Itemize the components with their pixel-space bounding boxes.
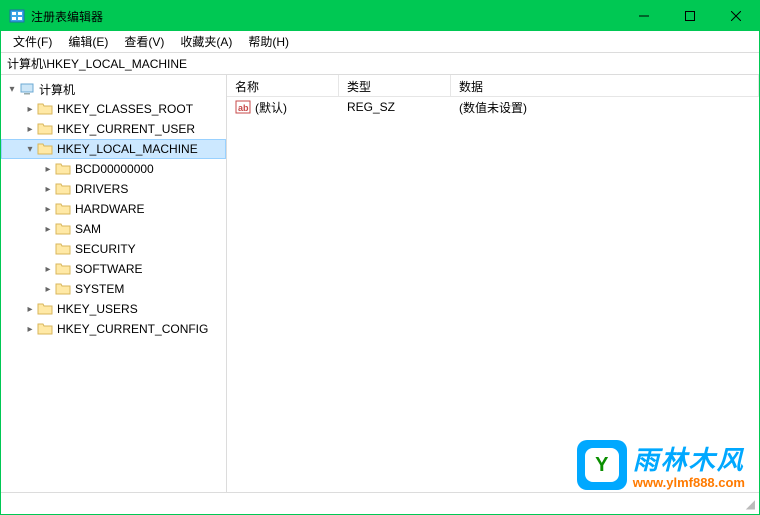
minimize-button[interactable] <box>621 1 667 31</box>
tree-label: DRIVERS <box>75 182 128 196</box>
tree-hive-local-machine[interactable]: ▾ HKEY_LOCAL_MACHINE <box>1 139 226 159</box>
maximize-icon <box>685 11 695 21</box>
address-bar <box>1 53 759 75</box>
tree-panel[interactable]: ▾ 计算机 ▸ HKEY_CLASSES_ROOT ▸ HKEY_CURRENT… <box>1 75 227 492</box>
chevron-right-icon[interactable]: ▸ <box>23 104 37 115</box>
value-data: (数值未设置) <box>459 99 527 116</box>
tree-label: HKEY_USERS <box>57 302 138 316</box>
chevron-right-icon[interactable]: ▸ <box>23 324 37 335</box>
tree-key-security[interactable]: ▸ SECURITY <box>1 239 226 259</box>
chevron-right-icon[interactable]: ▸ <box>41 204 55 215</box>
tree-label: SOFTWARE <box>75 262 143 276</box>
tree-label: SYSTEM <box>75 282 124 296</box>
col-header-type[interactable]: 类型 <box>339 75 451 96</box>
menu-file[interactable]: 文件(F) <box>5 31 60 52</box>
menu-view[interactable]: 查看(V) <box>116 31 172 52</box>
chevron-right-icon[interactable]: ▸ <box>23 304 37 315</box>
tree-label: BCD00000000 <box>75 162 154 176</box>
chevron-down-icon[interactable]: ▾ <box>5 84 19 95</box>
chevron-right-icon[interactable]: ▸ <box>41 264 55 275</box>
close-button[interactable] <box>713 1 759 31</box>
content-area: ▾ 计算机 ▸ HKEY_CLASSES_ROOT ▸ HKEY_CURRENT… <box>1 75 759 492</box>
folder-icon <box>55 221 71 237</box>
values-panel[interactable]: 名称 类型 数据 ab (默认) REG_SZ (数值未设置) <box>227 75 759 492</box>
status-bar: ◢ <box>1 492 759 514</box>
menu-bar: 文件(F) 编辑(E) 查看(V) 收藏夹(A) 帮助(H) <box>1 31 759 53</box>
chevron-right-icon[interactable]: ▸ <box>41 184 55 195</box>
values-header: 名称 类型 数据 <box>227 75 759 97</box>
tree-root-computer[interactable]: ▾ 计算机 <box>1 79 226 99</box>
tree-label: HARDWARE <box>75 202 145 216</box>
tree-hive-current-config[interactable]: ▸ HKEY_CURRENT_CONFIG <box>1 319 226 339</box>
regedit-window: 注册表编辑器 文件(F) 编辑(E) 查看(V) 收藏夹(A) 帮助(H) ▾ … <box>0 0 760 515</box>
svg-text:ab: ab <box>238 103 249 113</box>
menu-edit[interactable]: 编辑(E) <box>60 31 116 52</box>
folder-icon <box>55 241 71 257</box>
tree-label: HKEY_CURRENT_CONFIG <box>57 322 208 336</box>
string-value-icon: ab <box>235 99 251 115</box>
menu-favorites[interactable]: 收藏夹(A) <box>172 31 240 52</box>
tree-key-sam[interactable]: ▸ SAM <box>1 219 226 239</box>
folder-icon <box>55 201 71 217</box>
chevron-right-icon[interactable]: ▸ <box>23 124 37 135</box>
tree-label: HKEY_LOCAL_MACHINE <box>57 142 198 156</box>
chevron-right-icon[interactable]: ▸ <box>41 164 55 175</box>
regedit-icon <box>9 8 25 24</box>
address-input[interactable] <box>1 54 759 74</box>
tree-label: HKEY_CURRENT_USER <box>57 122 195 136</box>
tree-label: SAM <box>75 222 101 236</box>
tree-label: 计算机 <box>39 81 75 98</box>
value-name: (默认) <box>255 99 287 116</box>
tree-key-hardware[interactable]: ▸ HARDWARE <box>1 199 226 219</box>
chevron-right-icon[interactable]: ▸ <box>41 284 55 295</box>
folder-icon <box>37 301 53 317</box>
close-icon <box>731 11 741 21</box>
tree-key-system[interactable]: ▸ SYSTEM <box>1 279 226 299</box>
folder-icon <box>55 261 71 277</box>
chevron-down-icon[interactable]: ▾ <box>23 144 37 155</box>
tree-hive-classes-root[interactable]: ▸ HKEY_CLASSES_ROOT <box>1 99 226 119</box>
folder-open-icon <box>37 141 53 157</box>
folder-icon <box>37 121 53 137</box>
tree-hive-users[interactable]: ▸ HKEY_USERS <box>1 299 226 319</box>
tree-key-bcd[interactable]: ▸ BCD00000000 <box>1 159 226 179</box>
computer-icon <box>19 81 35 97</box>
minimize-icon <box>639 11 649 21</box>
resize-grip-icon[interactable]: ◢ <box>746 497 755 511</box>
tree-label: HKEY_CLASSES_ROOT <box>57 102 193 116</box>
maximize-button[interactable] <box>667 1 713 31</box>
window-title: 注册表编辑器 <box>31 8 103 25</box>
tree-key-software[interactable]: ▸ SOFTWARE <box>1 259 226 279</box>
tree-hive-current-user[interactable]: ▸ HKEY_CURRENT_USER <box>1 119 226 139</box>
folder-icon <box>37 321 53 337</box>
col-header-data[interactable]: 数据 <box>451 75 759 96</box>
title-bar[interactable]: 注册表编辑器 <box>1 1 759 31</box>
folder-icon <box>55 161 71 177</box>
menu-help[interactable]: 帮助(H) <box>240 31 297 52</box>
value-type: REG_SZ <box>347 100 395 114</box>
col-header-name[interactable]: 名称 <box>227 75 339 96</box>
chevron-right-icon[interactable]: ▸ <box>41 224 55 235</box>
folder-icon <box>55 281 71 297</box>
folder-icon <box>55 181 71 197</box>
folder-icon <box>37 101 53 117</box>
value-row-default[interactable]: ab (默认) REG_SZ (数值未设置) <box>227 97 759 117</box>
tree-key-drivers[interactable]: ▸ DRIVERS <box>1 179 226 199</box>
tree-label: SECURITY <box>75 242 136 256</box>
